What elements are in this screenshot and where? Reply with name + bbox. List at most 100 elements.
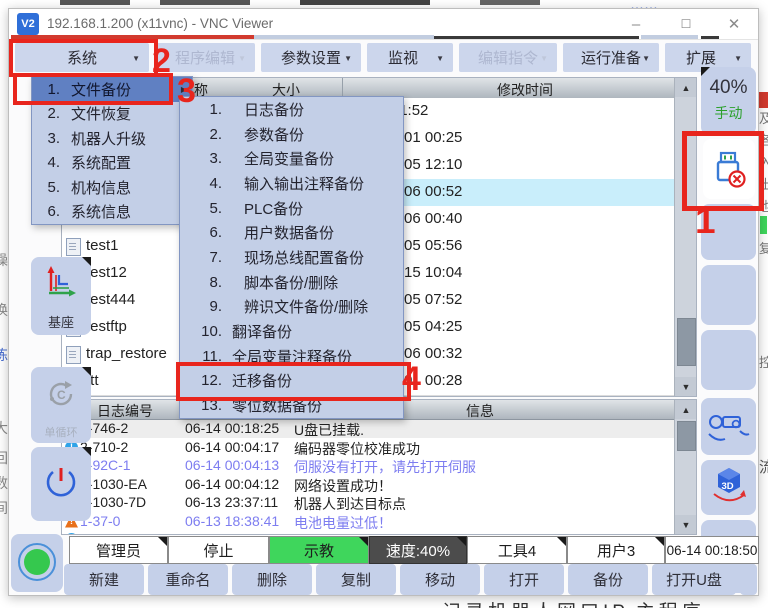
submenu-item-user-data-backup[interactable]: 6. 用户数据备份 — [180, 220, 403, 245]
menu-item-number: 4. — [32, 154, 60, 171]
col-mtime[interactable]: 修改时间 — [497, 80, 553, 100]
close-button[interactable]: ✕ — [712, 9, 756, 39]
menu-item-number: 5. — [180, 200, 222, 217]
side-button-blank-2[interactable] — [701, 265, 756, 325]
log-row[interactable]: ! 1-92C-1 06-14 00:04:13 伺服没有打开，请先打开伺服 — [62, 457, 696, 475]
file-mtime: 05 07:52 — [404, 291, 462, 308]
submenu-item-parameter-backup[interactable]: 2. 参数备份 — [180, 122, 403, 147]
corner-notch — [701, 67, 710, 76]
annotation-box-3 — [13, 73, 173, 105]
menu-item-number: 3. — [32, 130, 60, 147]
clipped-button[interactable] — [740, 564, 757, 595]
menu-run-prepare[interactable]: 运行准备▼ — [563, 43, 659, 72]
remote-screen-fragment — [701, 36, 719, 39]
move-button[interactable]: 移动 — [400, 564, 480, 595]
log-row[interactable]: ! 2-746-2 06-14 00:18:25 U盘已挂载. — [62, 420, 696, 438]
scrollbar-thumb[interactable] — [677, 318, 696, 366]
file-mtime: 05 12:10 — [404, 156, 462, 173]
submenu-item-plc-backup[interactable]: 5. PLC备份 — [180, 196, 403, 221]
side-button-blank-3[interactable] — [701, 330, 756, 390]
delete-button[interactable]: 删除 — [232, 564, 312, 595]
info-icon — [65, 533, 78, 535]
menu-item-number: 2. — [32, 105, 60, 122]
menu-label: 程序编辑 — [175, 47, 235, 68]
status-clock: 06-14 00:18:50 — [665, 536, 759, 564]
file-icon — [66, 346, 81, 364]
col-divider — [342, 78, 343, 98]
scroll-up-icon[interactable]: ▲ — [675, 78, 697, 97]
log-message: U盘已挂载. — [294, 420, 364, 440]
menu-parameter-settings[interactable]: 参数设置▼ — [261, 43, 361, 72]
menu-label: 参数设置 — [281, 47, 341, 68]
rename-button[interactable]: 重命名 — [148, 564, 228, 595]
file-mtime: 05 04:25 — [404, 318, 462, 335]
menu-item-robot-upgrade[interactable]: 3. 机器人升级 ▶ — [32, 126, 192, 151]
corner-notch — [359, 537, 368, 546]
submenu-item-fieldbus-backup[interactable]: 7. 现场总线配置备份 — [180, 245, 403, 270]
drag-teach-button[interactable] — [701, 398, 756, 455]
vnc-logo: V2 — [17, 13, 39, 35]
status-label: 工具4 — [498, 540, 536, 561]
scroll-up-icon[interactable]: ▲ — [675, 400, 697, 419]
scroll-down-icon[interactable]: ▼ — [675, 515, 697, 534]
status-user-level[interactable]: 管理员 — [69, 536, 168, 564]
log-row-partial — [62, 531, 696, 535]
status-speed[interactable]: 速度:40% — [369, 536, 467, 564]
annotation-box-1 — [682, 131, 764, 211]
log-row[interactable]: ! 2-1030-EA 06-14 00:04:12 网络设置成功！ — [62, 476, 696, 494]
coord-system-button[interactable]: 基座 — [31, 257, 91, 335]
corner-notch — [82, 367, 91, 376]
file-mtime: 06 00:40 — [404, 210, 462, 227]
submenu-item-translation-backup[interactable]: 10. 翻译备份 — [180, 319, 403, 344]
log-message: 伺服没有打开，请先打开伺服 — [294, 457, 476, 477]
log-row[interactable]: ! 2-710-2 06-14 00:04:17 编码器零位校准成功 — [62, 439, 696, 457]
copy-button[interactable]: 复制 — [316, 564, 396, 595]
cycle-mode-button[interactable]: C 单循环 — [31, 367, 91, 443]
hand-pendant-icon — [706, 406, 752, 448]
open-button[interactable]: 打开 — [484, 564, 564, 595]
start-button[interactable] — [11, 534, 63, 592]
submenu-item-io-comment-backup[interactable]: 4. 输入输出注释备份 — [180, 171, 403, 196]
cycle-mode-label: 单循环 — [31, 424, 91, 440]
background-fragment — [60, 0, 130, 5]
status-run-state[interactable]: 停止 — [168, 536, 269, 564]
left-edge-fragment: 回 — [0, 448, 8, 468]
right-edge-fragment — [758, 92, 768, 108]
menu-item-label: 系统信息 — [71, 201, 131, 222]
servo-power-button[interactable] — [31, 447, 91, 521]
base-frame-icon — [43, 263, 79, 299]
menu-item-number: 10. — [180, 323, 222, 340]
submenu-item-identify-file-backup[interactable]: 9. 辨识文件备份/删除 — [180, 295, 403, 320]
menu-item-label: 系统配置 — [71, 152, 131, 173]
scrollbar-thumb[interactable] — [677, 421, 696, 451]
log-message: 机器人到达目标点 — [294, 494, 406, 514]
speed-mode-button[interactable]: 40% 手动 — [701, 67, 756, 135]
backup-button[interactable]: 备份 — [568, 564, 648, 595]
col-log-id: 日志编号 — [97, 401, 153, 421]
status-user-frame[interactable]: 用户3 — [567, 536, 665, 564]
new-button[interactable]: 新建 — [64, 564, 144, 595]
desktop: …… 操 换 练 大 回 数 间 及 各 入 出 也 复 控 流 记录机器人网口… — [0, 0, 768, 608]
3d-view-button[interactable]: 3D — [701, 460, 756, 515]
open-usb-button[interactable]: 打开U盘 — [652, 564, 736, 595]
menu-item-number: 9. — [180, 298, 222, 315]
log-row[interactable]: ! 2-1030-7D 06-13 23:37:11 机器人到达目标点 — [62, 494, 696, 512]
status-teach-mode[interactable]: 示教 — [269, 536, 369, 564]
chevron-down-icon: ▼ — [734, 54, 742, 63]
status-tool[interactable]: 工具4 — [467, 536, 567, 564]
log-scrollbar[interactable]: ▲ ▼ — [674, 400, 697, 534]
menu-item-system-info[interactable]: 6. 系统信息 — [32, 200, 192, 225]
file-scrollbar[interactable]: ▲ ▼ — [674, 78, 697, 396]
scroll-down-icon[interactable]: ▼ — [675, 377, 697, 396]
menu-monitor[interactable]: 监视▼ — [367, 43, 453, 72]
menu-item-file-restore[interactable]: 2. 文件恢复 ▶ — [32, 102, 192, 127]
menu-item-system-config[interactable]: 4. 系统配置 ▶ — [32, 151, 192, 176]
log-row[interactable]: ! 1-37-0 06-13 18:38:41 电池电量过低！ — [62, 513, 696, 531]
submenu-item-script-backup[interactable]: 8. 脚本备份/删除 — [180, 270, 403, 295]
submenu-item-global-var-backup[interactable]: 3. 全局变量备份 — [180, 146, 403, 171]
menu-item-mechanism-info[interactable]: 5. 机构信息 — [32, 175, 192, 200]
menu-item-label: 脚本备份/删除 — [244, 272, 338, 293]
menu-edit-command: 编辑指令▼ — [459, 43, 557, 72]
annotation-number-1: 1 — [695, 200, 716, 242]
submenu-item-log-backup[interactable]: 1. 日志备份 — [180, 97, 403, 122]
